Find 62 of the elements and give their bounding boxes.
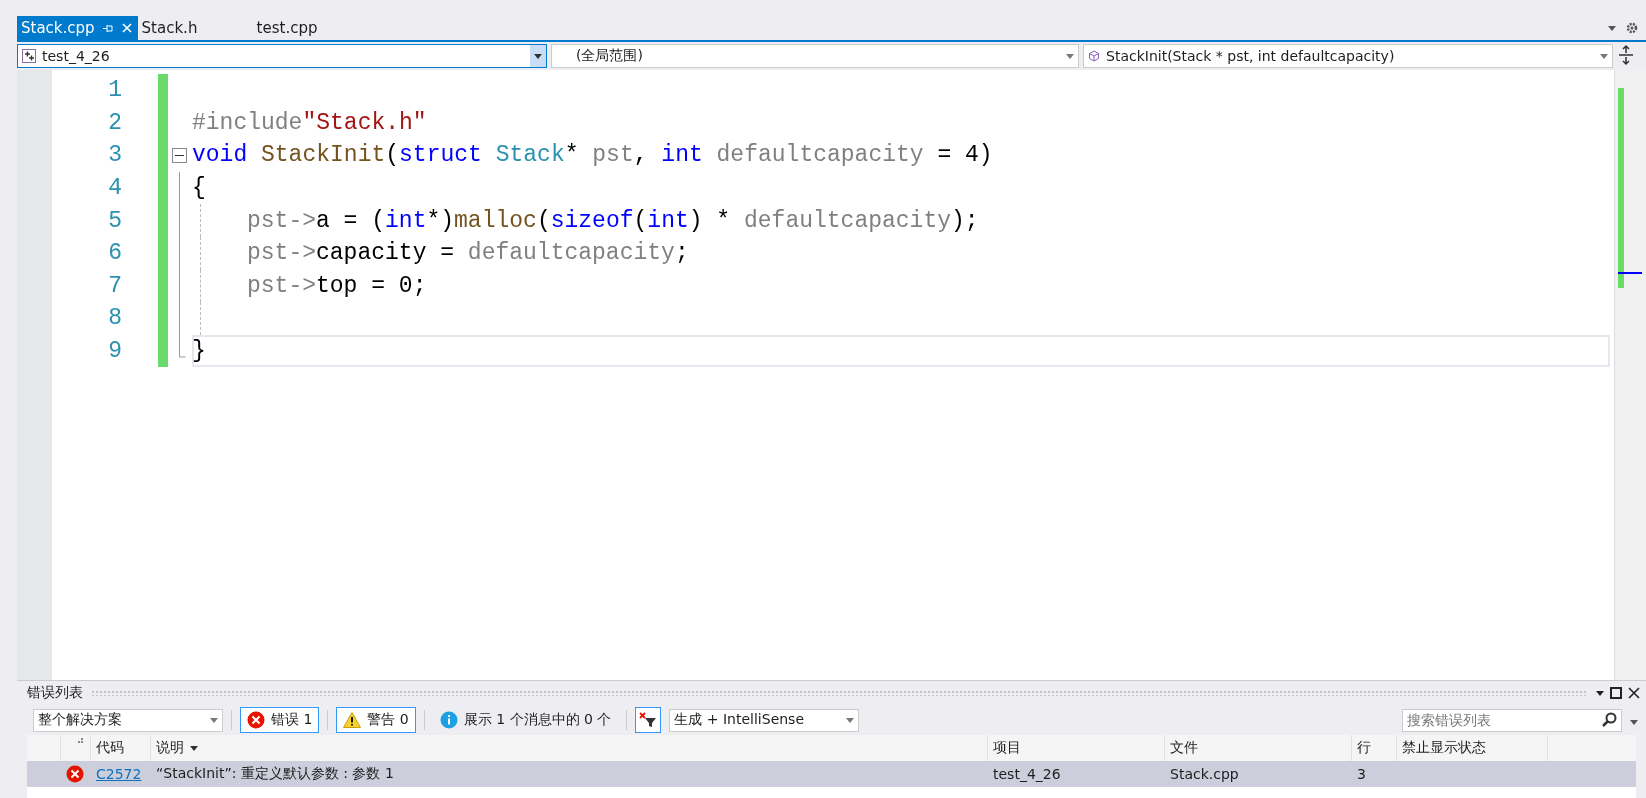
source-dropdown[interactable]: 生成 + IntelliSense	[669, 708, 860, 732]
close-icon[interactable]	[1628, 687, 1640, 699]
filter-button[interactable]: 警告 0	[336, 707, 416, 733]
scope-dropdown[interactable]: 整个解决方案	[33, 708, 223, 732]
settings-icon[interactable]	[1626, 22, 1638, 34]
search-field[interactable]: 搜索错误列表	[1402, 708, 1622, 732]
caret-icon	[1608, 25, 1616, 31]
maximize-icon[interactable]	[1610, 687, 1622, 699]
table-cell-text: 3	[1356, 765, 1367, 784]
member-dropdown[interactable]: StackInit(Stack * pst, int defaultcapacity)	[1083, 44, 1613, 68]
line-number: 8	[107, 305, 122, 332]
search-icon	[1601, 711, 1617, 728]
table-cell-text: “StackInit”: 重定义默认参数 : 参数 1	[155, 764, 395, 783]
code-line: void StackInit(struct Stack* pst, int defaultcapacity = 4)	[192, 142, 993, 169]
error-row[interactable]: C2572 “StackInit”: 重定义默认参数 : 参数 1 test_4_26 Stack.cpp 3	[27, 761, 1636, 787]
line-number: 4	[107, 175, 122, 202]
file-tab[interactable]: test.cpp	[252, 16, 368, 40]
collapse-icon[interactable]	[172, 148, 187, 164]
change-bar	[158, 334, 168, 368]
filter-button[interactable]: 错误 1	[240, 707, 320, 733]
filter-toggle-button[interactable]	[635, 707, 662, 733]
scope-dropdown[interactable]: (全局范围)	[551, 44, 1079, 68]
caret-icon	[1596, 690, 1604, 696]
caret-icon	[1630, 720, 1638, 725]
scrollbar[interactable]	[1614, 70, 1646, 680]
warning-icon	[343, 712, 362, 728]
cube-icon	[1088, 50, 1100, 62]
caret-icon	[1600, 53, 1608, 59]
caret-icon	[190, 745, 198, 751]
info-icon	[439, 711, 458, 729]
line-number: 5	[107, 207, 122, 234]
caret-icon	[846, 717, 855, 723]
line-number: 1	[107, 77, 122, 104]
code-line: pst->top = 0;	[247, 272, 427, 299]
split-icon[interactable]	[1617, 44, 1635, 66]
project-icon	[22, 49, 36, 63]
project-dropdown[interactable]: test_4_26	[17, 44, 547, 68]
code-line: {	[192, 175, 206, 202]
caret-icon	[210, 717, 218, 723]
code-line: pst->a = (int*)malloc(sizeof(int) * defaultcapacity);	[247, 207, 979, 234]
column-chooser-icon[interactable]	[76, 738, 84, 746]
filter-icon	[639, 712, 658, 728]
file-tab[interactable]: Stack.cpp	[17, 16, 138, 40]
table-cell-text: test_4_26	[992, 765, 1062, 784]
code-line: #include"Stack.h"	[192, 109, 427, 136]
line-number: 9	[107, 338, 122, 365]
line-number: 7	[107, 272, 122, 299]
line-number: 3	[107, 142, 122, 169]
error-icon	[247, 711, 265, 729]
change-bar	[158, 74, 168, 107]
caret-marker	[1618, 272, 1642, 274]
line-number: 6	[107, 240, 122, 267]
file-tab[interactable]: Stack.h	[137, 16, 253, 40]
panel-title: 错误列表	[27, 684, 83, 702]
caret-icon	[1066, 53, 1074, 59]
code-line: }	[192, 338, 206, 365]
code-line: pst->capacity = defaultcapacity;	[247, 240, 689, 267]
table-cell-text: Stack.cpp	[1169, 765, 1240, 784]
line-number: 2	[107, 109, 122, 136]
caret-icon	[534, 53, 542, 59]
pin-icon	[102, 23, 114, 33]
filter-button[interactable]: 展示 1 个消息中的 0 个	[432, 707, 619, 733]
